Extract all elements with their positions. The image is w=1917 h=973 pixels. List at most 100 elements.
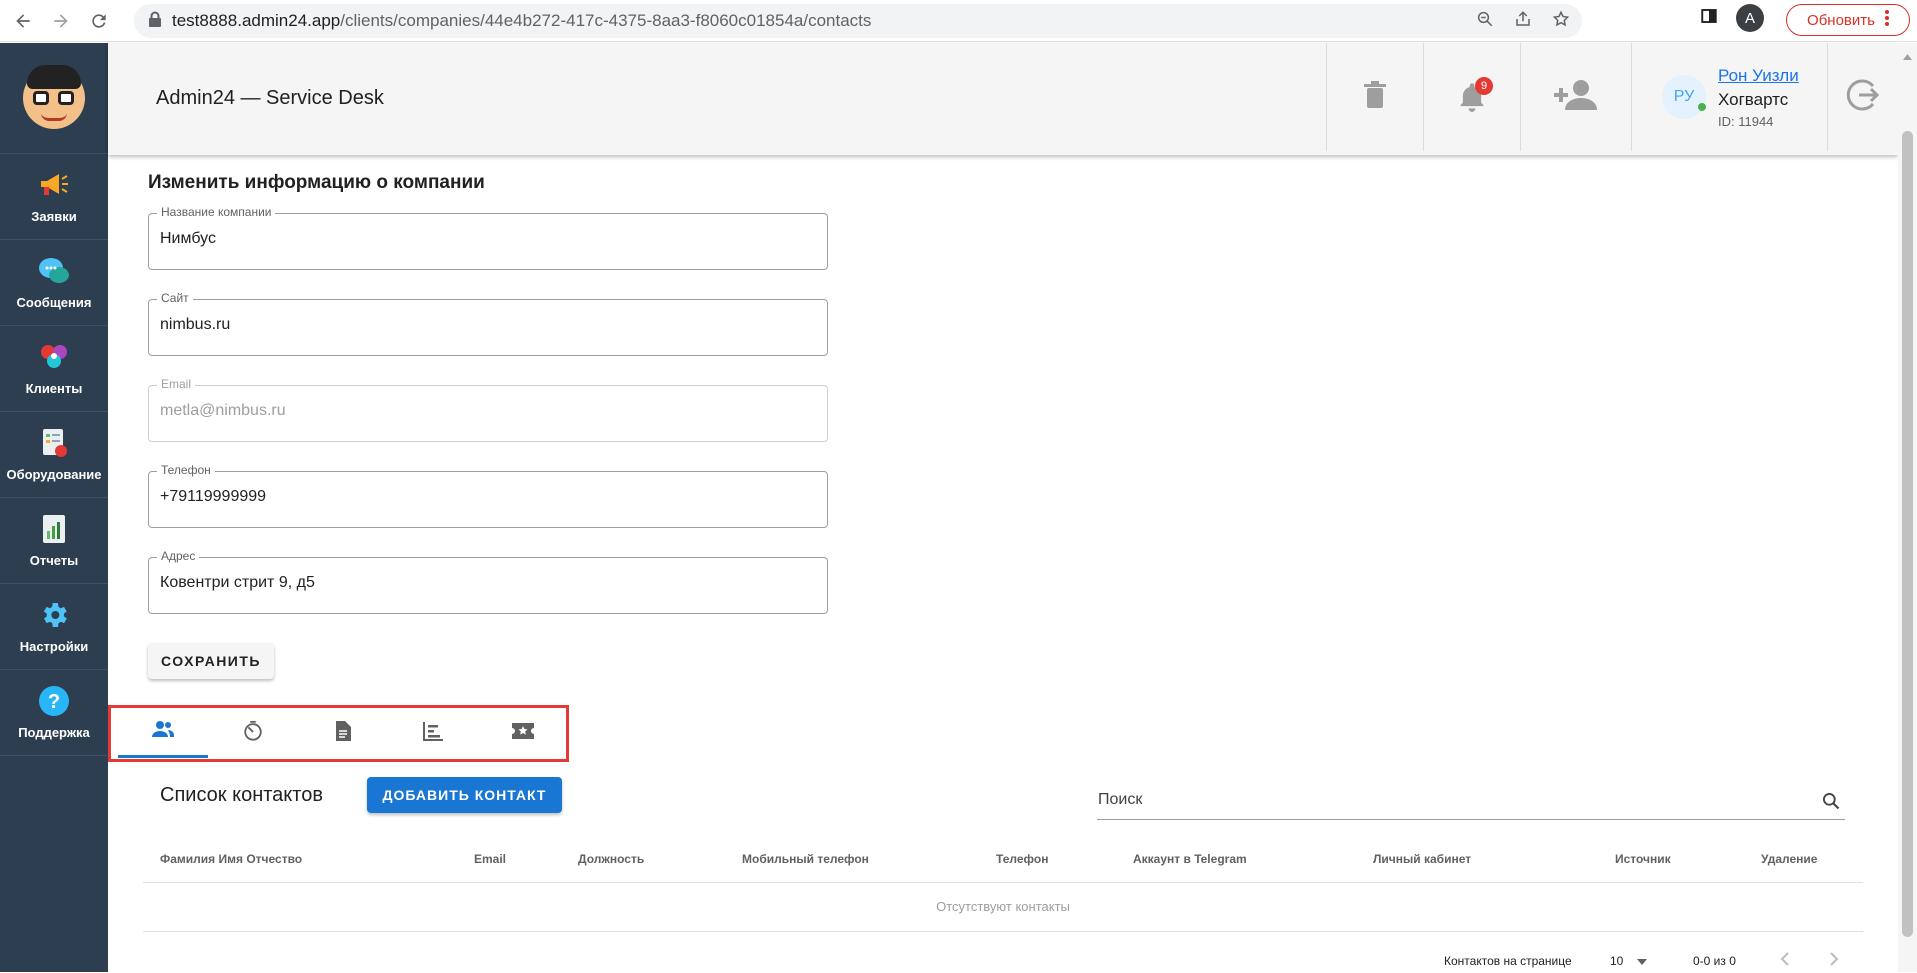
user-name-link[interactable]: Рон Уизли — [1718, 66, 1799, 86]
company-name-field[interactable]: Название компании — [148, 205, 828, 270]
timeline-icon — [422, 721, 444, 746]
sidebar-item-label: Отчеты — [29, 553, 79, 568]
clients-icon — [38, 341, 70, 373]
sidebar-item-clients[interactable]: Клиенты — [0, 326, 108, 412]
pagination-range: 0-0 из 0 — [1693, 954, 1736, 968]
rows-per-page-label: Контактов на странице — [1444, 954, 1572, 968]
contacts-icon — [151, 719, 175, 744]
avatar-initials: РУ — [1673, 88, 1695, 105]
top-header: Admin24 — Service Desk 9 РУ Рон Уизли Хо… — [108, 43, 1898, 155]
sidebar-item-reports[interactable]: Отчеты — [0, 498, 108, 584]
more-vert-icon — [1884, 10, 1889, 30]
sidebar-item-label: Клиенты — [25, 381, 83, 396]
address-input[interactable] — [160, 574, 800, 592]
sidebar-item-messages[interactable]: Сообщения — [0, 240, 108, 326]
tab-contacts[interactable] — [118, 708, 208, 758]
column-header-delete[interactable]: Удаление — [1761, 852, 1817, 866]
notifications-button[interactable]: 9 — [1423, 43, 1520, 151]
company-name-input[interactable] — [160, 230, 800, 248]
lock-icon — [148, 11, 162, 32]
scroll-thumb[interactable] — [1902, 131, 1913, 937]
update-button[interactable]: Обновить — [1786, 4, 1910, 36]
profile-avatar[interactable]: A — [1736, 4, 1764, 32]
phone-input[interactable] — [160, 488, 800, 506]
bell-icon: 9 — [1458, 77, 1493, 113]
logout-icon — [1845, 77, 1881, 118]
add-user-button[interactable] — [1520, 43, 1631, 151]
document-icon — [334, 720, 352, 747]
app-logo[interactable] — [0, 43, 108, 154]
tab-timeline[interactable] — [388, 708, 478, 758]
reload-icon[interactable] — [84, 6, 114, 36]
page-title: Admin24 — Service Desk — [156, 87, 384, 109]
equipment-icon — [38, 427, 70, 459]
column-header-telegram[interactable]: Аккаунт в Telegram — [1133, 852, 1247, 866]
user-organization: Хогвартс — [1718, 89, 1789, 109]
table-divider — [143, 882, 1863, 883]
column-header-position[interactable]: Должность — [578, 852, 644, 866]
avatar[interactable]: РУ — [1662, 75, 1706, 119]
sidebar-item-equipment[interactable]: Оборудование — [0, 412, 108, 498]
url-path: /clients/companies/44e4b272-417c-4375-8a… — [340, 11, 872, 30]
page-scrollbar[interactable] — [1898, 43, 1917, 972]
trash-button[interactable] — [1326, 43, 1423, 151]
add-contact-button[interactable]: ДОБАВИТЬ КОНТАКТ — [367, 777, 562, 813]
website-input[interactable] — [160, 316, 800, 334]
sidebar-item-label: Оборудование — [6, 467, 102, 482]
sidebar-item-label: Заявки — [31, 209, 77, 224]
column-header-source[interactable]: Источник — [1615, 852, 1671, 866]
sidebar-item-label: Поддержка — [18, 725, 90, 740]
svg-text:?: ? — [48, 691, 60, 713]
column-header-mobile[interactable]: Мобильный телефон — [742, 852, 869, 866]
address-bar[interactable]: test8888.admin24.app /clients/companies/… — [134, 4, 1582, 38]
forward-icon[interactable] — [46, 6, 76, 36]
sidebar-item-settings[interactable]: Настройки — [0, 584, 108, 670]
user-id: ID: 11944 — [1718, 113, 1774, 129]
online-status-dot — [1698, 103, 1706, 111]
user-profile: РУ Рон Уизли Хогвартс ID: 11944 — [1631, 43, 1827, 151]
logout-button[interactable] — [1827, 43, 1898, 151]
update-label: Обновить — [1807, 11, 1875, 29]
column-header-email[interactable]: Email — [474, 852, 506, 866]
person-add-icon — [1553, 78, 1599, 117]
phone-field[interactable]: Телефон — [148, 463, 828, 528]
column-header-fullname[interactable]: Фамилия Имя Отчество — [160, 852, 302, 866]
field-label: Сайт — [157, 291, 193, 305]
timer-icon — [242, 720, 264, 747]
chevron-left-icon[interactable] — [1780, 950, 1790, 973]
url-host: test8888.admin24.app — [172, 11, 341, 30]
field-label: Email — [157, 377, 196, 391]
sidebar: Заявки Сообщения Клиенты Оборудование От… — [0, 43, 108, 972]
sidebar-item-support[interactable]: ? Поддержка — [0, 670, 108, 756]
column-header-phone[interactable]: Телефон — [996, 852, 1048, 866]
table-divider — [143, 931, 1863, 932]
scroll-up-icon[interactable] — [1903, 47, 1912, 65]
tab-tickets[interactable] — [478, 708, 568, 758]
sidebar-item-label: Настройки — [19, 639, 89, 654]
search-icon[interactable] — [1821, 791, 1841, 816]
column-header-cabinet[interactable]: Личный кабинет — [1373, 852, 1471, 866]
form-title: Изменить информацию о компании — [148, 172, 485, 193]
bookmark-star-icon[interactable] — [1552, 10, 1570, 33]
back-icon[interactable] — [8, 6, 38, 36]
trash-icon — [1364, 80, 1386, 114]
website-field[interactable]: Сайт — [148, 291, 828, 356]
side-panel-icon[interactable] — [1700, 7, 1718, 30]
gear-icon — [38, 599, 70, 631]
sidebar-item-requests[interactable]: Заявки — [0, 154, 108, 240]
field-label: Адрес — [157, 549, 200, 563]
tab-documents[interactable] — [298, 708, 388, 758]
dropdown-arrow-icon — [1637, 954, 1648, 968]
save-button[interactable]: СОХРАНИТЬ — [148, 643, 274, 679]
chevron-right-icon[interactable] — [1829, 950, 1839, 973]
address-field[interactable]: Адрес — [148, 549, 828, 614]
tab-timer[interactable] — [208, 708, 298, 758]
rows-per-page-select[interactable]: 10 — [1610, 954, 1648, 968]
report-icon — [38, 513, 70, 545]
share-icon[interactable] — [1514, 10, 1532, 33]
search-input[interactable] — [1098, 791, 1798, 809]
contacts-search[interactable] — [1097, 787, 1845, 820]
empty-table-message: Отсутствуют контакты — [936, 899, 1070, 914]
zoom-icon[interactable] — [1476, 10, 1494, 33]
email-input — [160, 402, 800, 420]
